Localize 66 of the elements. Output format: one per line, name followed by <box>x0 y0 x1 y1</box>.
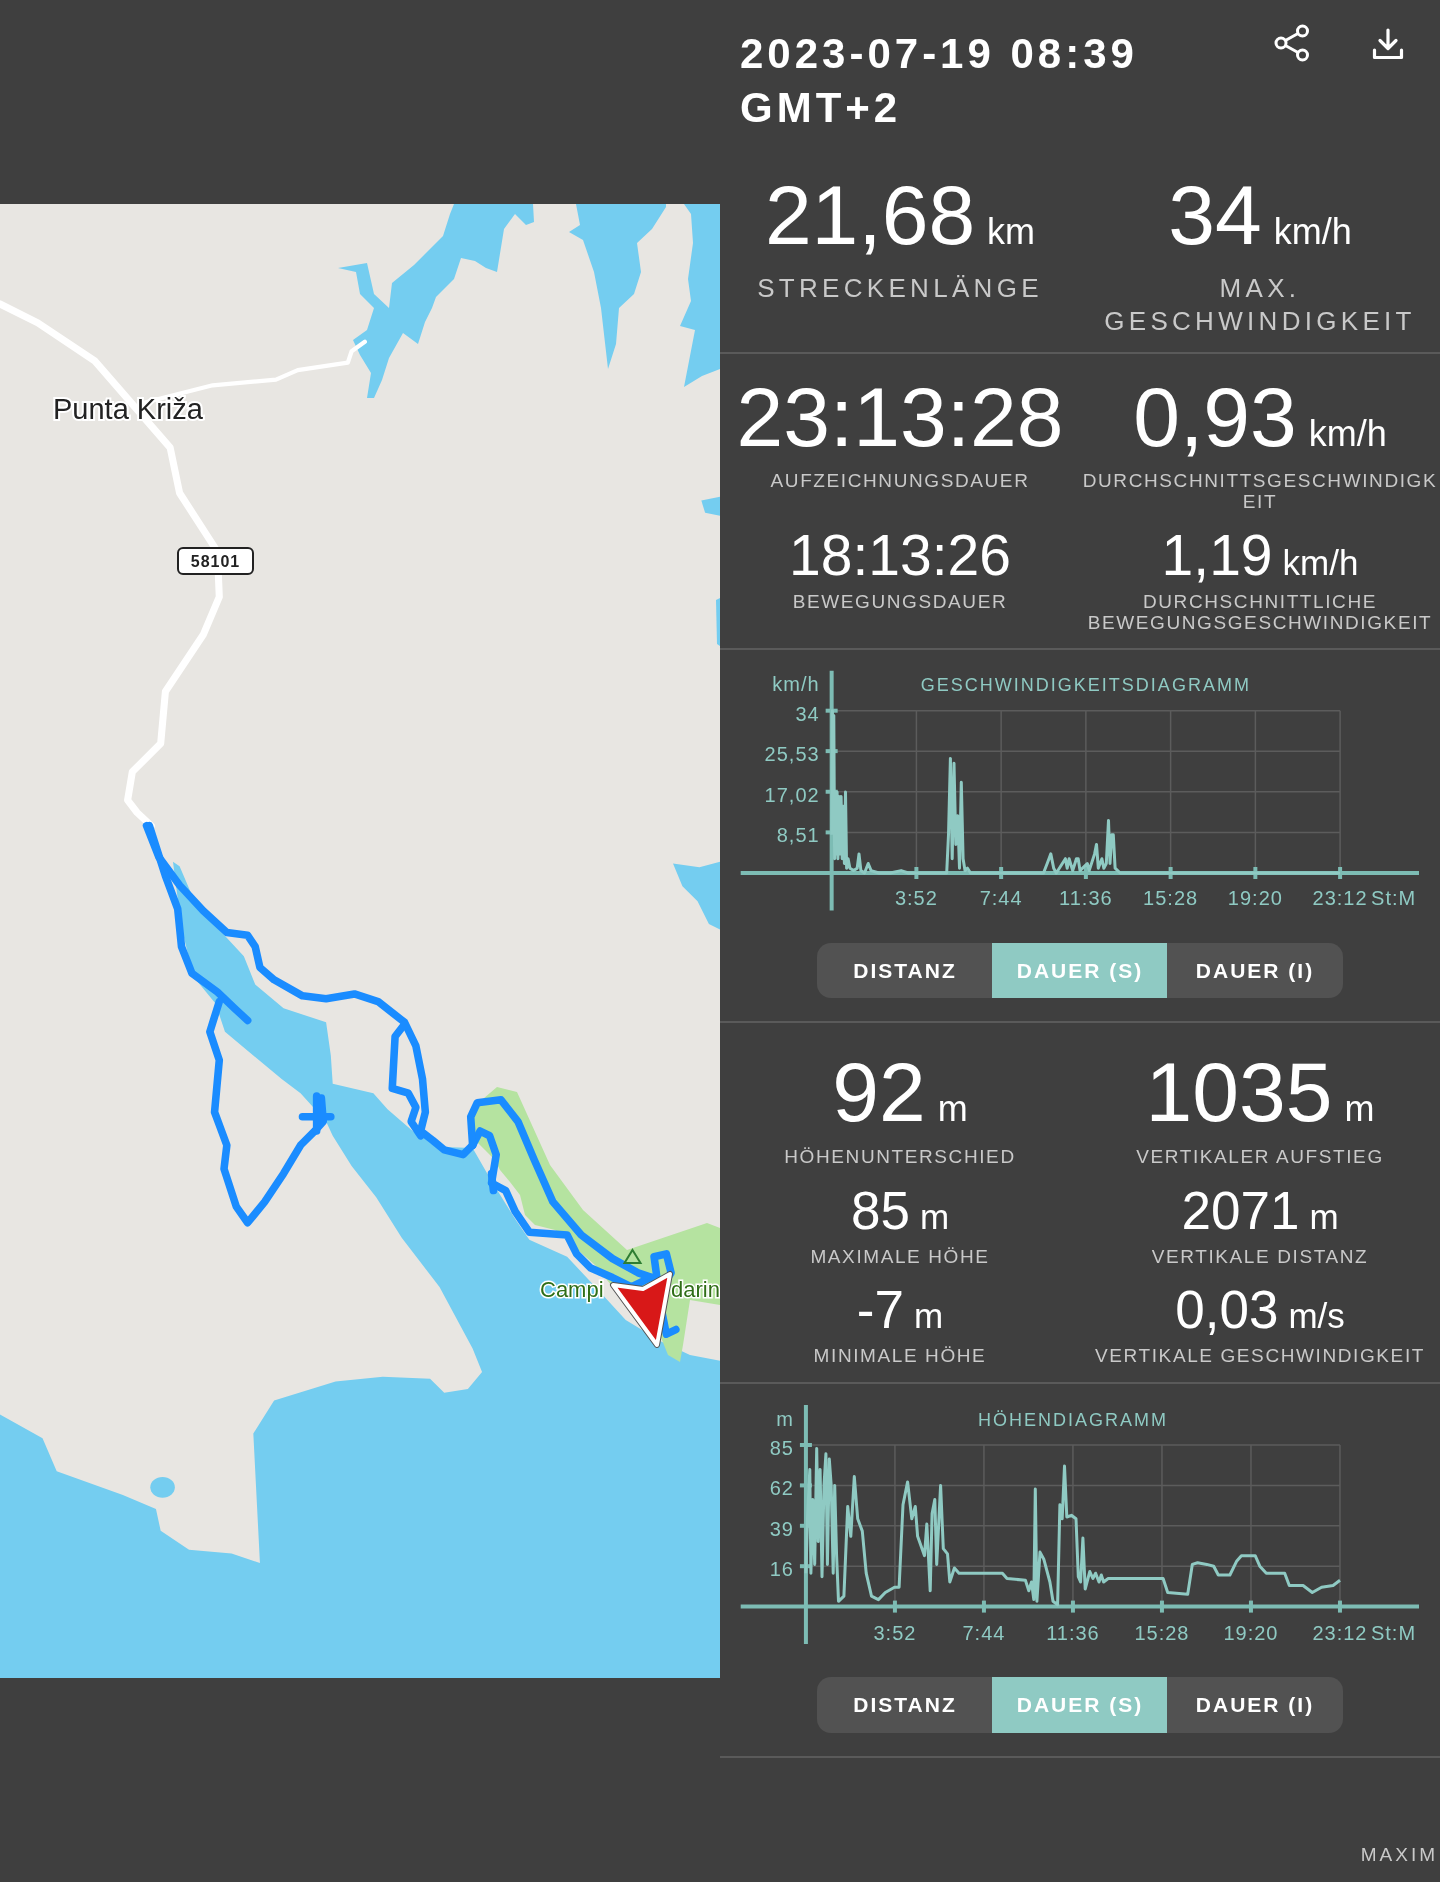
stat-label: VERTIKALE DISTANZ <box>1150 1246 1370 1267</box>
y-tick-label: 17,02 <box>764 783 820 806</box>
stat-unit: m/s <box>1288 1296 1345 1335</box>
y-tick-label: 62 <box>769 1477 794 1500</box>
x-tick-label: 3:52 <box>873 1622 917 1644</box>
campsite-label: Campi <box>540 1277 604 1302</box>
x-tick-label: 15:28 <box>1143 887 1199 909</box>
x-tick-label: 15:28 <box>1134 1622 1190 1644</box>
x-axis-unit-label: St:M <box>1370 1622 1417 1644</box>
y-tick-label: 25,53 <box>764 743 820 766</box>
stat-value: 23:13:28 <box>736 370 1064 464</box>
footer-text: MAXIM <box>1360 1845 1438 1867</box>
x-tick-label: 23:12 <box>1312 1622 1368 1644</box>
stat-unit: km/h <box>1308 413 1387 454</box>
stat-unit: m <box>937 1088 968 1129</box>
place-label: Punta Križa <box>53 393 203 425</box>
stat-unit: m <box>1344 1088 1375 1129</box>
x-tick-label: 7:44 <box>962 1622 1006 1644</box>
campsite-label: darin <box>671 1277 720 1302</box>
stat-label: VERTIKALER AUFSTIEG <box>1135 1147 1385 1168</box>
stat-label: BEWEGUNGSDAUER <box>791 592 1009 613</box>
date-title: 2023-07-19 08:39 GMT+2 <box>740 29 1139 133</box>
x-tick-label: 7:44 <box>979 887 1023 909</box>
stat-value: 0,93 <box>1133 370 1297 464</box>
stat-label: MAXIMALE HÖHE <box>809 1246 991 1267</box>
stat-unit: km <box>987 211 1036 252</box>
y-axis-unit-label: km/h <box>772 673 820 695</box>
x-tick-label: 19:20 <box>1223 1622 1279 1644</box>
stat-unit: km/h <box>1273 211 1352 252</box>
stat-value: 1035 <box>1145 1045 1333 1139</box>
y-tick-label: 39 <box>769 1517 794 1540</box>
x-tick-label: 23:12 <box>1312 887 1368 909</box>
stat-value: -7 <box>856 1280 904 1339</box>
stat-value: 2071 <box>1181 1180 1300 1240</box>
stat-value: 34 <box>1168 168 1262 262</box>
chart-title: HÖHENDIAGRAMM <box>977 1410 1168 1430</box>
road-shield: 58101 <box>177 547 254 575</box>
x-tick-label: 3:52 <box>894 887 938 909</box>
y-tick-label: 16 <box>769 1558 794 1581</box>
stat-value: 18:13:26 <box>789 523 1011 587</box>
x-axis-unit-label: St:M <box>1371 887 1417 909</box>
stat-unit: m <box>1309 1196 1339 1236</box>
y-tick-label: 85 <box>769 1437 794 1459</box>
stat-label: MAX. GESCHWINDIGKEIT <box>1103 272 1417 338</box>
x-tick-label: 11:36 <box>1059 887 1113 909</box>
y-axis-unit-label: m <box>776 1408 794 1430</box>
stat-unit: m <box>919 1196 950 1236</box>
chart-title: GESCHWINDIGKEITSDIAGRAMM <box>920 675 1251 695</box>
stat-value: 92 <box>832 1045 926 1139</box>
x-tick-label: 19:20 <box>1227 887 1283 909</box>
stat-label: DURCHSCHNITTLICHE BEWEGUNGSGESCHWINDIGKEIT <box>1086 592 1434 633</box>
stat-label: HÖHENUNTERSCHIED <box>783 1147 1017 1168</box>
y-tick-label: 8,51 <box>776 824 820 847</box>
stat-label: MINIMALE HÖHE <box>812 1346 988 1367</box>
stat-label: AUFZEICHNUNGSDAUER <box>769 471 1031 492</box>
stat-value: 85 <box>850 1180 910 1240</box>
x-tick-label: 11:36 <box>1046 1622 1100 1644</box>
stat-unit: km/h <box>1282 543 1359 582</box>
stat-value: 0,03 <box>1175 1280 1279 1339</box>
stat-label: VERTIKALE GESCHWINDIGKEIT <box>1094 1346 1426 1367</box>
y-tick-label: 34 <box>795 702 820 725</box>
stat-unit: m <box>914 1296 944 1335</box>
stat-value: 21,68 <box>764 168 976 262</box>
stat-label: DURCHSCHNITTSGESCHWINDIGKEIT <box>1081 471 1439 512</box>
stat-label: STRECKENLÄNGE <box>756 272 1044 305</box>
stat-value: 1,19 <box>1161 523 1273 587</box>
